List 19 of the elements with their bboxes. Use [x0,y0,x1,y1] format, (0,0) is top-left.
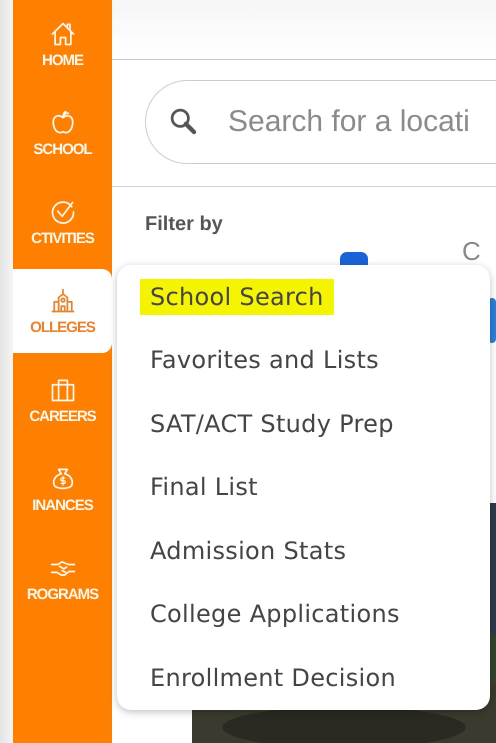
menu-item[interactable]: SAT/ACT Study Prep [140,406,404,442]
nav-item[interactable]: HOME [13,2,112,86]
menu-item[interactable]: School Search [140,278,334,315]
filter-label: Filter by [145,213,224,236]
menu-item[interactable]: Final List [140,469,268,506]
nav-item[interactable]: INANCES [13,447,112,531]
menu-item[interactable]: Admission Stats [140,532,356,569]
nav-item[interactable]: ROGRAMS [13,536,112,620]
nav-item[interactable]: SCHOOL [13,91,112,175]
school-building-icon [48,286,76,314]
menu-item[interactable]: Enrollment Decision [140,660,406,696]
menu-item[interactable]: College Applications [140,596,410,632]
menu-item[interactable]: Favorites and Lists [140,342,389,378]
nav-item[interactable]: OLLEGES [13,269,112,353]
search-field[interactable]: Search for a locati [145,80,496,164]
nav-item[interactable]: CAREERS [13,358,112,442]
nav-item[interactable]: CTIVITIES [13,180,112,264]
search-icon [169,107,199,137]
house-icon [48,20,76,48]
